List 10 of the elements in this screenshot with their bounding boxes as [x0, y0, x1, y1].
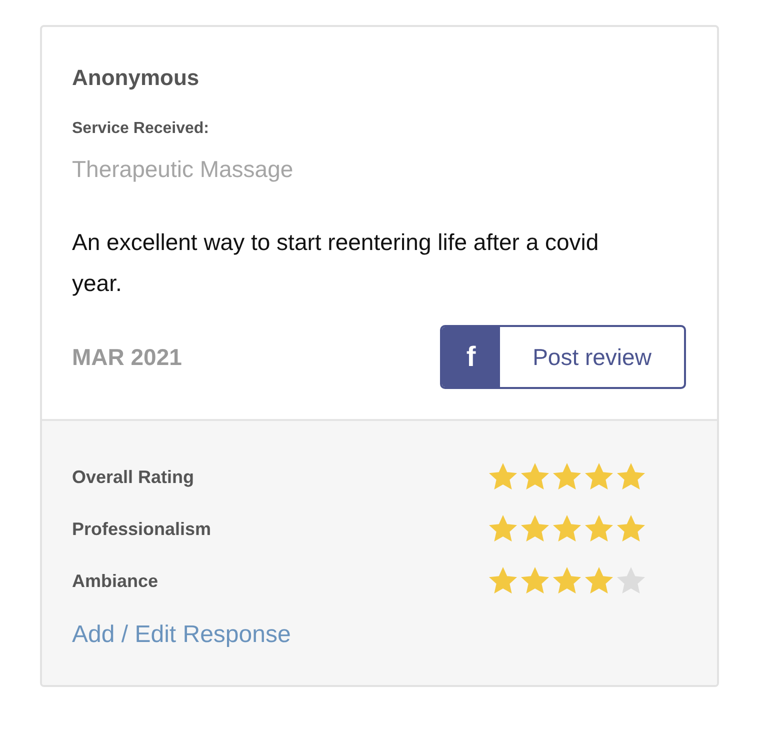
rating-label: Professionalism: [72, 518, 212, 540]
rating-label: Ambiance: [72, 570, 158, 592]
facebook-icon: f: [442, 327, 500, 387]
review-date: MAR 2021: [72, 344, 182, 370]
service-name: Therapeutic Massage: [72, 155, 294, 184]
service-label: Service Received:: [72, 119, 210, 139]
post-review-button[interactable]: f Post review: [440, 325, 686, 389]
rating-label: Overall Rating: [72, 466, 194, 488]
author-name: Anonymous: [72, 64, 200, 92]
review-text: An excellent way to start reentering life after a covid year.: [72, 228, 600, 298]
